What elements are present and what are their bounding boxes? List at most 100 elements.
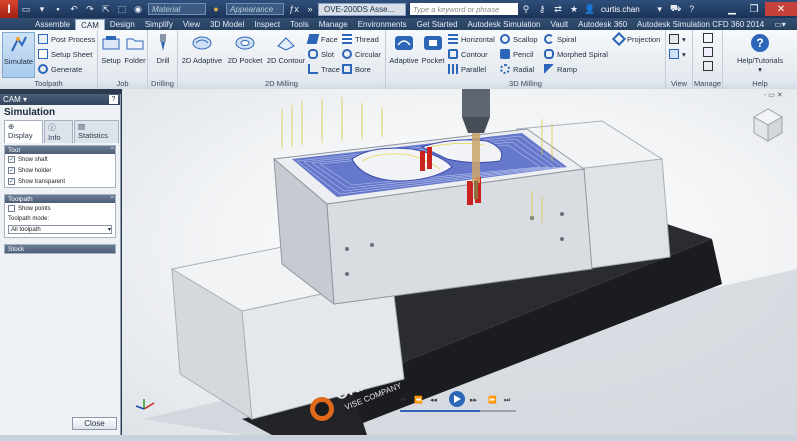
setup-sheet-button[interactable]: Setup Sheet	[38, 49, 92, 59]
tab-statistics[interactable]: ▤ Statistics	[74, 120, 119, 143]
trace-button[interactable]: Trace	[308, 64, 340, 74]
help-menu-icon[interactable]: ?	[686, 3, 698, 15]
minimize-button[interactable]: ▁	[721, 2, 743, 16]
return-icon[interactable]: ⇱	[100, 3, 112, 15]
template-library-button[interactable]	[703, 47, 716, 57]
stock-section-header[interactable]: Stock	[5, 245, 115, 253]
collapse-icon[interactable]: ⌃	[110, 146, 115, 154]
bore-button[interactable]: Bore	[342, 64, 371, 74]
tab-cam[interactable]: CAM	[75, 19, 105, 30]
save-icon[interactable]: ▪	[52, 3, 64, 15]
overflow-chevron-icon[interactable]: »	[304, 3, 316, 15]
tab-environments[interactable]: Environments	[353, 19, 412, 30]
view-display-button[interactable]: ▾	[669, 34, 686, 44]
tab-simplify[interactable]: Simplify	[140, 19, 178, 30]
material-dropdown[interactable]: Material	[148, 3, 206, 15]
first-frame-icon[interactable]: ⏮	[400, 396, 406, 404]
browser-dropdown-icon[interactable]: ▾	[23, 95, 27, 104]
redo-icon[interactable]: ↷	[84, 3, 96, 15]
parallel-button[interactable]: Parallel	[448, 64, 486, 74]
appearance-dropdown[interactable]: Appearance	[226, 3, 284, 15]
browser-help-icon[interactable]: ?	[109, 95, 118, 104]
toolpath-section-header[interactable]: Toolpath ⌃	[5, 195, 115, 203]
circular-button[interactable]: Circular	[342, 49, 381, 59]
app-menu-button[interactable]: I	[0, 0, 18, 18]
show-transparent-checkbox[interactable]: ✓ Show transparent	[5, 176, 115, 187]
drill-button[interactable]: Drill	[151, 32, 175, 65]
tab-tools[interactable]: Tools	[285, 19, 314, 30]
binoculars-icon[interactable]: ⚲	[520, 3, 532, 15]
tool-section-header[interactable]: Tool ⌃	[5, 146, 115, 154]
folder-button[interactable]: Folder	[124, 32, 146, 65]
key-icon[interactable]: ⚷	[536, 3, 548, 15]
maximize-button[interactable]: ❐	[743, 2, 765, 16]
pocket-button[interactable]: Pocket	[420, 32, 446, 65]
tab-info[interactable]: ⓘ Info	[44, 120, 73, 143]
2d-pocket-button[interactable]: 2D Pocket	[226, 32, 264, 65]
tab-get-started[interactable]: Get Started	[412, 19, 463, 30]
face-button[interactable]: Face	[306, 34, 338, 44]
toolpath-mode-select[interactable]: All toolpath ▾	[8, 225, 112, 234]
2d-adaptive-button[interactable]: 2D Adaptive	[180, 32, 224, 65]
open-icon[interactable]: ▾	[36, 3, 48, 15]
tab-autodesk-360[interactable]: Autodesk 360	[573, 19, 632, 30]
new-file-icon[interactable]: ▭	[20, 3, 32, 15]
tab-simulation-cfd[interactable]: Autodesk Simulation CFD 360 2014	[632, 19, 769, 30]
tab-3d-model[interactable]: 3D Model	[205, 19, 249, 30]
simulate-button[interactable]: Simulate	[2, 32, 35, 78]
tab-inspect[interactable]: Inspect	[249, 19, 285, 30]
tab-vault[interactable]: Vault	[545, 19, 573, 30]
user-chevron-icon[interactable]: ▾	[654, 3, 666, 15]
tab-autodesk-simulation[interactable]: Autodesk Simulation	[463, 19, 546, 30]
viewport-restore-icon[interactable]: - ▭ ✕	[764, 92, 783, 99]
collapse-icon[interactable]: ⌃	[110, 195, 115, 203]
step-forward-icon[interactable]: ⏩	[488, 395, 497, 404]
rewind-icon[interactable]: ◂◂	[430, 396, 438, 404]
tab-design[interactable]: Design	[105, 19, 140, 30]
star-icon[interactable]: ★	[568, 3, 580, 15]
slot-button[interactable]: Slot	[308, 49, 334, 59]
view-cube-icon[interactable]	[752, 108, 784, 142]
parameters-icon[interactable]: ƒx	[288, 3, 300, 15]
user-icon[interactable]: 👤	[584, 3, 596, 15]
view-visibility-button[interactable]: ▾	[669, 49, 686, 59]
tab-manage[interactable]: Manage	[314, 19, 353, 30]
show-shaft-checkbox[interactable]: ✓ Show shaft	[5, 154, 115, 165]
radial-button[interactable]: Radial	[500, 64, 534, 74]
projection-button[interactable]: Projection	[611, 31, 660, 47]
adaptive-button[interactable]: Adaptive	[388, 32, 420, 65]
tab-display[interactable]: ⊕ Display	[4, 120, 44, 143]
graphics-viewport[interactable]: ORANGE VISE COMPANY - ▭ ✕ ⏮ ⏪ ◂◂ ▸▸ ⏩ ⏭	[122, 89, 797, 435]
setup-button[interactable]: Setup	[100, 32, 122, 65]
contour-button[interactable]: Contour	[448, 49, 488, 59]
tab-view[interactable]: View	[178, 19, 205, 30]
undo-icon[interactable]: ↶	[68, 3, 80, 15]
post-process-button[interactable]: Post Process	[38, 34, 95, 44]
thread-button[interactable]: Thread	[342, 34, 379, 44]
scallop-button[interactable]: Scallop	[500, 34, 538, 44]
tool-library-button[interactable]	[703, 33, 716, 43]
show-points-checkbox[interactable]: Show points	[5, 203, 115, 214]
exchange-icon[interactable]: ⇄	[552, 3, 564, 15]
help-tutorials-button[interactable]: ? Help/Tutorials ▾	[729, 32, 791, 74]
last-frame-icon[interactable]: ⏭	[504, 396, 511, 404]
update-icon[interactable]: ◉	[132, 3, 144, 15]
post-library-button[interactable]	[703, 61, 716, 71]
2d-contour-button[interactable]: 2D Contour	[266, 32, 306, 65]
search-input[interactable]: Type a keyword or phrase	[410, 3, 518, 15]
forward-icon[interactable]: ▸▸	[470, 396, 478, 404]
show-holder-checkbox[interactable]: ✓ Show holder	[5, 165, 115, 176]
horizontal-button[interactable]: Horizontal	[448, 34, 495, 44]
cart-icon[interactable]: ⛟	[670, 3, 682, 15]
ramp-button[interactable]: Ramp	[544, 64, 577, 74]
ribbon-options-icon[interactable]: ▭▾	[769, 19, 791, 30]
close-button[interactable]: Close	[72, 417, 117, 430]
generate-button[interactable]: Generate	[38, 64, 82, 74]
close-window-button[interactable]: ✕	[765, 2, 797, 16]
pencil-button[interactable]: Pencil	[500, 49, 533, 59]
user-name[interactable]: curtis.chan	[601, 5, 640, 14]
select-icon[interactable]: ⬚	[116, 3, 128, 15]
tab-assemble[interactable]: Assemble	[30, 19, 75, 30]
morphed-spiral-button[interactable]: Morphed Spiral	[544, 49, 608, 59]
spiral-button[interactable]: Spiral	[544, 34, 576, 44]
